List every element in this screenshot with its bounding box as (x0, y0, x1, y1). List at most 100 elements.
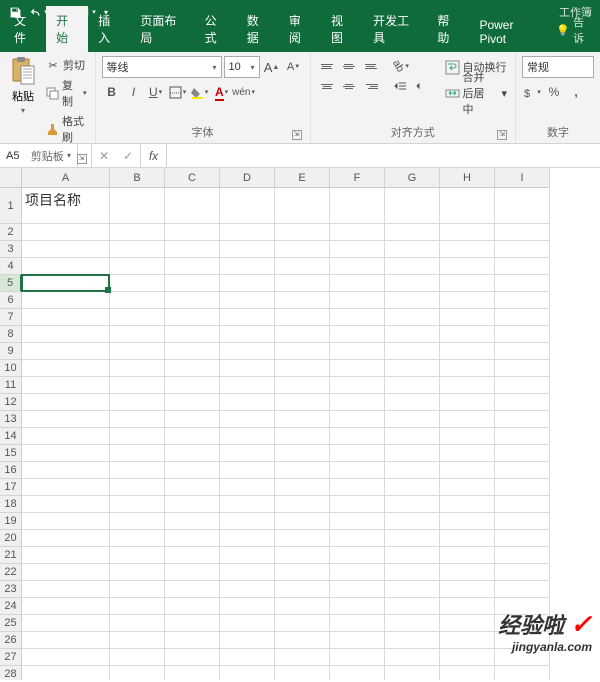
cell-B27[interactable] (110, 649, 165, 666)
cell-F17[interactable] (330, 479, 385, 496)
cell-H13[interactable] (440, 411, 495, 428)
cell-C16[interactable] (165, 462, 220, 479)
formula-input[interactable] (167, 144, 600, 167)
cell-G15[interactable] (385, 445, 440, 462)
cell-H11[interactable] (440, 377, 495, 394)
cell-I6[interactable] (495, 292, 550, 309)
cell-C24[interactable] (165, 598, 220, 615)
fill-color-button[interactable]: ▾ (190, 82, 210, 102)
cell-A22[interactable] (22, 564, 110, 581)
cell-E7[interactable] (275, 309, 330, 326)
cell-A24[interactable] (22, 598, 110, 615)
row-header-13[interactable]: 13 (0, 411, 22, 428)
row-header-6[interactable]: 6 (0, 292, 22, 309)
tell-me[interactable]: 💡告诉 (548, 8, 600, 52)
cell-G13[interactable] (385, 411, 440, 428)
underline-button[interactable]: U▾ (146, 82, 166, 102)
cell-F18[interactable] (330, 496, 385, 513)
cell-I9[interactable] (495, 343, 550, 360)
cell-C9[interactable] (165, 343, 220, 360)
cell-G11[interactable] (385, 377, 440, 394)
cell-I24[interactable] (495, 598, 550, 615)
cell-G28[interactable] (385, 666, 440, 680)
cell-A26[interactable] (22, 632, 110, 649)
select-all-button[interactable] (0, 168, 22, 188)
phonetic-button[interactable]: wén▾ (234, 82, 254, 102)
alignment-launcher[interactable]: ⇲ (497, 130, 507, 140)
percent-button[interactable]: % (544, 82, 564, 102)
cell-C25[interactable] (165, 615, 220, 632)
cell-E22[interactable] (275, 564, 330, 581)
cell-B23[interactable] (110, 581, 165, 598)
cell-I3[interactable] (495, 241, 550, 258)
cell-G26[interactable] (385, 632, 440, 649)
cell-D27[interactable] (220, 649, 275, 666)
number-format-combo[interactable]: 常规 (522, 56, 594, 78)
accounting-button[interactable]: $▾ (522, 82, 542, 102)
cell-B7[interactable] (110, 309, 165, 326)
cell-I28[interactable] (495, 666, 550, 680)
cell-B14[interactable] (110, 428, 165, 445)
row-header-27[interactable]: 27 (0, 649, 22, 666)
cell-I2[interactable] (495, 224, 550, 241)
cell-H8[interactable] (440, 326, 495, 343)
cell-E19[interactable] (275, 513, 330, 530)
cell-I8[interactable] (495, 326, 550, 343)
cell-C8[interactable] (165, 326, 220, 343)
cell-D2[interactable] (220, 224, 275, 241)
cell-B16[interactable] (110, 462, 165, 479)
cell-C5[interactable] (165, 275, 220, 292)
cell-B10[interactable] (110, 360, 165, 377)
cells-area[interactable]: 项目名称 (22, 188, 550, 680)
cell-G9[interactable] (385, 343, 440, 360)
cell-A1[interactable]: 项目名称 (22, 188, 110, 224)
cell-D1[interactable] (220, 188, 275, 224)
italic-button[interactable]: I (124, 82, 144, 102)
cell-E8[interactable] (275, 326, 330, 343)
row-header-10[interactable]: 10 (0, 360, 22, 377)
col-header-A[interactable]: A (22, 168, 110, 188)
font-name-combo[interactable]: 等线▾ (102, 56, 222, 78)
cell-H5[interactable] (440, 275, 495, 292)
cell-I16[interactable] (495, 462, 550, 479)
cell-F27[interactable] (330, 649, 385, 666)
cancel-icon[interactable]: ✕ (92, 149, 116, 163)
cell-F9[interactable] (330, 343, 385, 360)
row-header-8[interactable]: 8 (0, 326, 22, 343)
row-header-25[interactable]: 25 (0, 615, 22, 632)
cell-F10[interactable] (330, 360, 385, 377)
cell-F15[interactable] (330, 445, 385, 462)
cell-D13[interactable] (220, 411, 275, 428)
cell-E27[interactable] (275, 649, 330, 666)
cell-I14[interactable] (495, 428, 550, 445)
cell-I1[interactable] (495, 188, 550, 224)
row-header-21[interactable]: 21 (0, 547, 22, 564)
cell-D17[interactable] (220, 479, 275, 496)
tab-review[interactable]: 审阅 (279, 6, 321, 52)
cell-H10[interactable] (440, 360, 495, 377)
cell-H28[interactable] (440, 666, 495, 680)
cell-G7[interactable] (385, 309, 440, 326)
cell-C15[interactable] (165, 445, 220, 462)
cell-G2[interactable] (385, 224, 440, 241)
cell-D5[interactable] (220, 275, 275, 292)
cell-F1[interactable] (330, 188, 385, 224)
cell-I12[interactable] (495, 394, 550, 411)
cell-G5[interactable] (385, 275, 440, 292)
cell-A10[interactable] (22, 360, 110, 377)
cell-D7[interactable] (220, 309, 275, 326)
tab-data[interactable]: 数据 (237, 6, 279, 52)
cell-E6[interactable] (275, 292, 330, 309)
col-header-B[interactable]: B (110, 168, 165, 188)
cell-C1[interactable] (165, 188, 220, 224)
cell-G3[interactable] (385, 241, 440, 258)
col-header-E[interactable]: E (275, 168, 330, 188)
cell-E26[interactable] (275, 632, 330, 649)
indent-decrease-button[interactable] (391, 76, 411, 96)
col-header-D[interactable]: D (220, 168, 275, 188)
row-header-4[interactable]: 4 (0, 258, 22, 275)
row-header-17[interactable]: 17 (0, 479, 22, 496)
cell-E18[interactable] (275, 496, 330, 513)
cell-B17[interactable] (110, 479, 165, 496)
cell-E20[interactable] (275, 530, 330, 547)
